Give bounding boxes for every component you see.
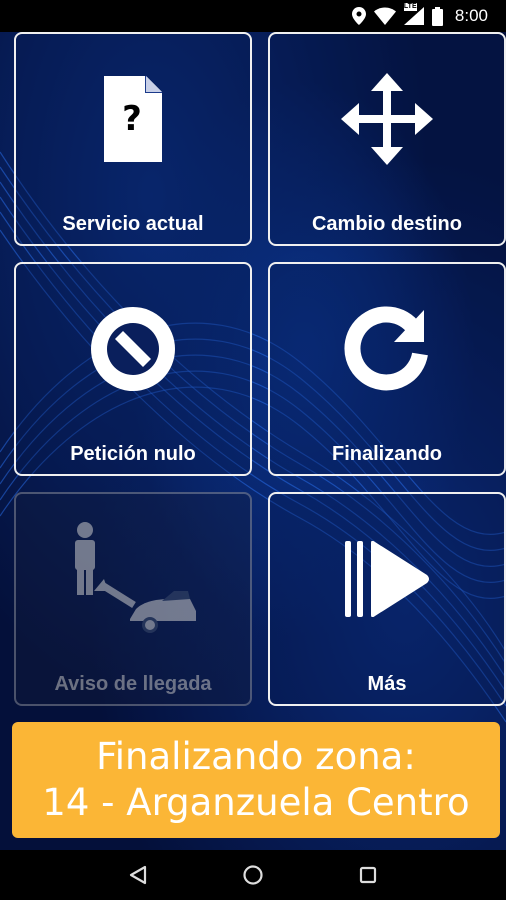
status-bar: LTE 8:00: [0, 0, 506, 32]
location-icon: [351, 7, 366, 25]
document-question-icon: ?: [16, 64, 250, 174]
zone-banner: Finalizando zona: 14 - Arganzuela Centro: [12, 722, 500, 838]
tile-label: Finalizando: [332, 443, 442, 465]
cell-signal-icon: LTE: [403, 3, 424, 25]
banner-line-2: 14 - Arganzuela Centro: [42, 781, 470, 824]
tile-label: Servicio actual: [62, 213, 204, 235]
network-type-label: LTE: [403, 3, 417, 11]
main-panel: ? Servicio actual Cambio destino Petició…: [0, 32, 506, 850]
wifi-icon: [373, 7, 396, 25]
cambio-destino-button[interactable]: Cambio destino: [268, 32, 506, 246]
clock: 8:00: [454, 6, 488, 25]
recents-button[interactable]: [343, 855, 393, 895]
move-arrows-icon: [270, 64, 504, 174]
home-icon: [243, 865, 263, 885]
back-button[interactable]: [113, 855, 163, 895]
svg-text:?: ?: [122, 99, 142, 139]
more-play-icon: [270, 524, 504, 634]
servicio-actual-button[interactable]: ? Servicio actual: [14, 32, 252, 246]
banner-line-1: Finalizando zona:: [96, 735, 416, 778]
person-car-arrival-icon: [16, 522, 250, 634]
peticion-nulo-button[interactable]: Petición nulo: [14, 262, 252, 476]
mas-button[interactable]: Más: [268, 492, 506, 706]
battery-icon: [431, 6, 443, 26]
refresh-icon: [270, 294, 504, 404]
back-icon: [129, 865, 146, 885]
finalizando-button[interactable]: Finalizando: [268, 262, 506, 476]
prohibited-icon: [16, 294, 250, 404]
tile-label: Aviso de llegada: [54, 673, 212, 695]
home-button[interactable]: [228, 855, 278, 895]
navigation-bar: [0, 850, 506, 900]
tile-label: Más: [367, 673, 407, 695]
recents-icon: [360, 866, 377, 884]
tile-label: Petición nulo: [70, 443, 196, 465]
tile-label: Cambio destino: [311, 213, 462, 235]
aviso-de-llegada-button[interactable]: Aviso de llegada: [14, 492, 252, 706]
